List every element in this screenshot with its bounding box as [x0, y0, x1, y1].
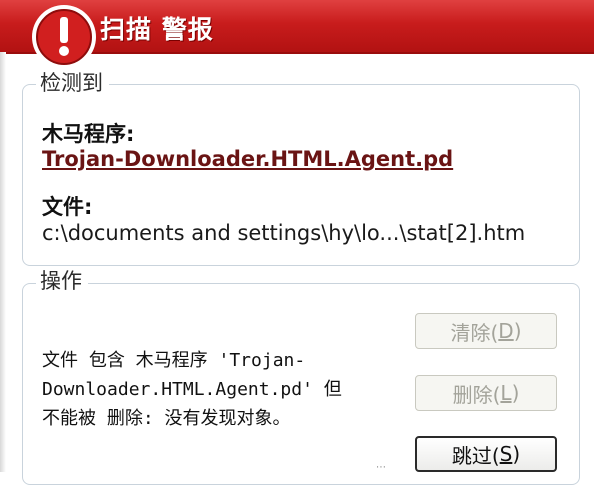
window-title: 扫描 警报	[100, 15, 214, 44]
clean-button[interactable]: 清除(D)	[415, 313, 557, 349]
detected-group-label: 检测到	[36, 70, 109, 96]
alert-icon	[32, 5, 96, 69]
trojan-label: 木马程序:	[42, 122, 135, 146]
resize-grip-icon[interactable]: ⋯	[376, 462, 394, 473]
trojan-name-link[interactable]: Trojan-Downloader.HTML.Agent.pd	[42, 147, 453, 171]
action-group-label: 操作	[36, 268, 88, 294]
window-left-edge	[0, 52, 6, 472]
message-line: 文件 包含 木马程序 'Trojan-	[42, 350, 306, 371]
file-path: c:\documents and settings\hy\lo...\stat[…	[42, 221, 526, 245]
action-message: 文件 包含 木马程序 'Trojan- Downloader.HTML.Agen…	[42, 346, 392, 433]
skip-button[interactable]: 跳过(S)	[415, 436, 557, 472]
file-label: 文件:	[42, 195, 93, 219]
delete-button[interactable]: 删除(L)	[415, 375, 557, 411]
message-line: 不能被 删除: 没有发现对象。	[42, 408, 291, 429]
message-line: Downloader.HTML.Agent.pd' 但	[42, 379, 342, 400]
